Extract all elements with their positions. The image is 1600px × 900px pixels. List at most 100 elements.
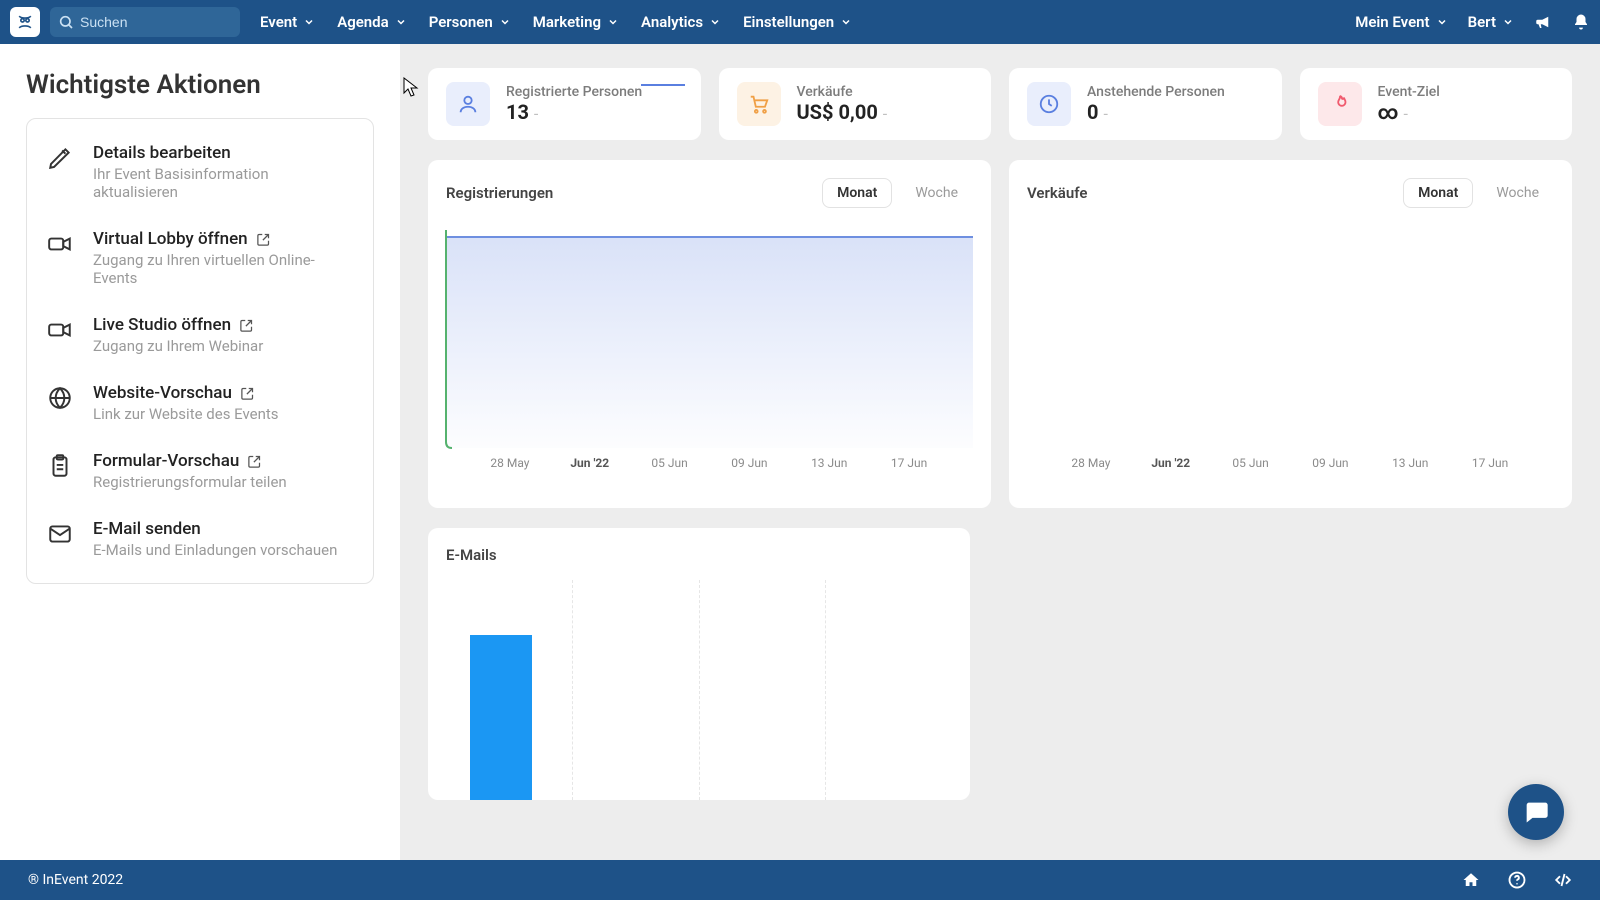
action-title: Formular-Vorschau (93, 451, 239, 471)
seg-month[interactable]: Monat (822, 178, 892, 208)
main-nav: Event Agenda Personen Marketing Analytic… (260, 13, 852, 31)
seg-week[interactable]: Woche (900, 178, 973, 208)
nav-marketing[interactable]: Marketing (533, 13, 619, 31)
nav-event[interactable]: Event (260, 13, 315, 31)
tick-label: 13 Jun (1370, 456, 1450, 470)
video-icon (47, 231, 75, 257)
action-desc: Link zur Website des Events (93, 405, 353, 423)
stat-card[interactable]: Registrierte Personen 13 - (428, 68, 701, 140)
stat-card[interactable]: Event-Ziel ∞ - (1300, 68, 1573, 140)
stat-card[interactable]: Verkäufe US$ 0,00 - (719, 68, 992, 140)
action-desc: Registrierungsformular teilen (93, 473, 353, 491)
area-fill (446, 236, 973, 448)
actions-card: Details bearbeiten Ihr Event Basisinform… (26, 118, 374, 584)
nav-label: Einstellungen (743, 13, 834, 31)
search-input[interactable] (50, 7, 240, 37)
nav-my-event[interactable]: Mein Event (1355, 13, 1447, 31)
nav-label: Agenda (337, 13, 389, 31)
chat-fab[interactable] (1508, 784, 1564, 840)
user-icon (446, 82, 490, 126)
tick-label: 17 Jun (1450, 456, 1530, 470)
external-link-icon (240, 386, 255, 401)
video-icon (47, 317, 75, 343)
action-video[interactable]: Live Studio öffnen Zugang zu Ihrem Webin… (27, 301, 373, 369)
nav-right: Mein Event Bert (1355, 13, 1590, 31)
search-icon (58, 14, 74, 30)
action-title: Details bearbeiten (93, 143, 231, 163)
stat-card[interactable]: Anstehende Personen 0 - (1009, 68, 1282, 140)
action-mail[interactable]: E-Mail senden E-Mails und Einladungen vo… (27, 505, 373, 573)
chart-title: E-Mails (446, 546, 952, 564)
chevron-down-icon (1502, 16, 1514, 28)
external-link-icon (239, 318, 254, 333)
nav-einstellungen[interactable]: Einstellungen (743, 13, 852, 31)
chart-body: 28 MayJun '2205 Jun09 Jun13 Jun17 Jun (1009, 218, 1572, 498)
stat-label: Verkäufe (797, 84, 888, 100)
chart-body: 28 MayJun '2205 Jun09 Jun13 Jun17 Jun (428, 218, 991, 498)
action-clipboard[interactable]: Formular-Vorschau Registrierungsformular… (27, 437, 373, 505)
search-box (50, 7, 240, 37)
help-icon[interactable] (1508, 871, 1526, 889)
main[interactable]: Registrierte Personen 13 - Verkäufe US$ … (400, 44, 1600, 860)
footer-icons (1462, 871, 1572, 889)
top-nav: Event Agenda Personen Marketing Analytic… (0, 0, 1600, 44)
stat-value: ∞ - (1378, 100, 1440, 124)
tick-label: 28 May (1051, 456, 1131, 470)
external-link-icon (247, 454, 262, 469)
chart-title: Registrierungen (446, 184, 553, 202)
action-title: Live Studio öffnen (93, 315, 231, 335)
chevron-down-icon (1436, 16, 1448, 28)
nav-personen[interactable]: Personen (429, 13, 511, 31)
tick-label: Jun '22 (550, 456, 630, 470)
chart-card-registrations: Registrierungen Monat Woche 28 MayJun '2… (428, 160, 991, 508)
chart-card-emails: E-Mails (428, 528, 970, 800)
tick-label: 13 Jun (789, 456, 869, 470)
seg-week[interactable]: Woche (1481, 178, 1554, 208)
action-pencil[interactable]: Details bearbeiten Ihr Event Basisinform… (27, 129, 373, 215)
stat-row: Registrierte Personen 13 - Verkäufe US$ … (428, 68, 1572, 140)
chevron-down-icon (607, 16, 619, 28)
nav-analytics[interactable]: Analytics (641, 13, 721, 31)
chat-icon (1522, 798, 1550, 826)
code-icon[interactable] (1554, 871, 1572, 889)
nav-label: Mein Event (1355, 13, 1429, 31)
tick-label: 05 Jun (1211, 456, 1291, 470)
stat-label: Event-Ziel (1378, 84, 1440, 100)
tick-label: Jun '22 (1131, 456, 1211, 470)
chevron-down-icon (303, 16, 315, 28)
mail-icon (47, 521, 75, 547)
action-video[interactable]: Virtual Lobby öffnen Zugang zu Ihren vir… (27, 215, 373, 301)
segmented-control: Monat Woche (822, 178, 973, 208)
sidebar: Wichtigste Aktionen Details bearbeiten I… (0, 44, 400, 860)
megaphone-icon[interactable] (1534, 13, 1552, 31)
action-desc: Zugang zu Ihren virtuellen Online-Events (93, 251, 353, 287)
home-icon[interactable] (1462, 871, 1480, 889)
nav-user[interactable]: Bert (1468, 13, 1514, 31)
brand-logo[interactable] (10, 7, 40, 37)
pencil-icon (47, 145, 75, 171)
stat-label: Anstehende Personen (1087, 84, 1225, 100)
cart-icon (737, 82, 781, 126)
action-globe[interactable]: Website-Vorschau Link zur Website des Ev… (27, 369, 373, 437)
bell-icon[interactable] (1572, 13, 1590, 31)
footer: ® InEvent 2022 (0, 860, 1600, 900)
sparkline (641, 78, 685, 92)
sidebar-title: Wichtigste Aktionen (26, 70, 374, 100)
copyright: ® InEvent 2022 (28, 872, 123, 888)
segmented-control: Monat Woche (1403, 178, 1554, 208)
chevron-down-icon (840, 16, 852, 28)
nav-agenda[interactable]: Agenda (337, 13, 407, 31)
chart-title: Verkäufe (1027, 184, 1087, 202)
drop-line (440, 210, 460, 450)
seg-month[interactable]: Monat (1403, 178, 1473, 208)
stat-value: 13 - (506, 100, 642, 124)
action-title: E-Mail senden (93, 519, 201, 539)
chart-body (446, 580, 952, 800)
tick-label: 09 Jun (1290, 456, 1370, 470)
nav-label: Marketing (533, 13, 601, 31)
chevron-down-icon (709, 16, 721, 28)
action-title: Virtual Lobby öffnen (93, 229, 248, 249)
clock-icon (1027, 82, 1071, 126)
chevron-down-icon (499, 16, 511, 28)
tick-label: 09 Jun (709, 456, 789, 470)
